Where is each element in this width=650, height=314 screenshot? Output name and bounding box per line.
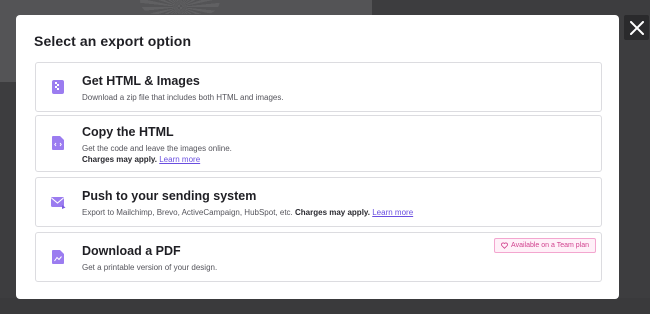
option-title: Copy the HTML xyxy=(82,125,174,139)
zip-file-icon xyxy=(50,79,66,95)
option-push-sending[interactable]: Push to your sending system Export to Ma… xyxy=(35,177,602,227)
option-title: Download a PDF xyxy=(82,244,181,258)
option-description: Get a printable version of your design. xyxy=(82,263,218,272)
heart-icon xyxy=(501,242,508,249)
option-download-pdf[interactable]: Download a PDF Get a printable version o… xyxy=(35,232,602,282)
pdf-file-icon xyxy=(50,249,66,265)
modal-title: Select an export option xyxy=(34,33,192,49)
background-decoration xyxy=(140,0,220,14)
option-charges-line: Charges may apply. Learn more xyxy=(82,154,200,165)
export-modal: Select an export option Get HTML & Image… xyxy=(16,15,619,299)
charges-note: Charges may apply. xyxy=(82,155,157,164)
background-bottom xyxy=(0,298,650,314)
charges-note: Charges may apply. xyxy=(295,208,370,217)
option-title: Push to your sending system xyxy=(82,189,257,203)
code-file-icon xyxy=(50,135,66,151)
learn-more-link[interactable]: Learn more xyxy=(159,155,200,164)
send-mail-icon xyxy=(50,194,66,210)
option-title: Get HTML & Images xyxy=(82,74,200,88)
option-charges-line: Export to Mailchimp, Brevo, ActiveCampai… xyxy=(82,207,413,218)
option-html-images[interactable]: Get HTML & Images Download a zip file th… xyxy=(35,62,602,112)
option-description: Get the code and leave the images online… xyxy=(82,144,232,153)
learn-more-link[interactable]: Learn more xyxy=(372,208,413,217)
option-description: Download a zip file that includes both H… xyxy=(82,93,284,102)
option-copy-html[interactable]: Copy the HTML Get the code and leave the… xyxy=(35,115,602,172)
badge-label: Available on a Team plan xyxy=(511,242,589,249)
close-icon xyxy=(629,20,644,35)
option-description: Export to Mailchimp, Brevo, ActiveCampai… xyxy=(82,208,293,217)
close-button[interactable] xyxy=(624,15,649,40)
team-plan-badge: Available on a Team plan xyxy=(494,238,596,253)
